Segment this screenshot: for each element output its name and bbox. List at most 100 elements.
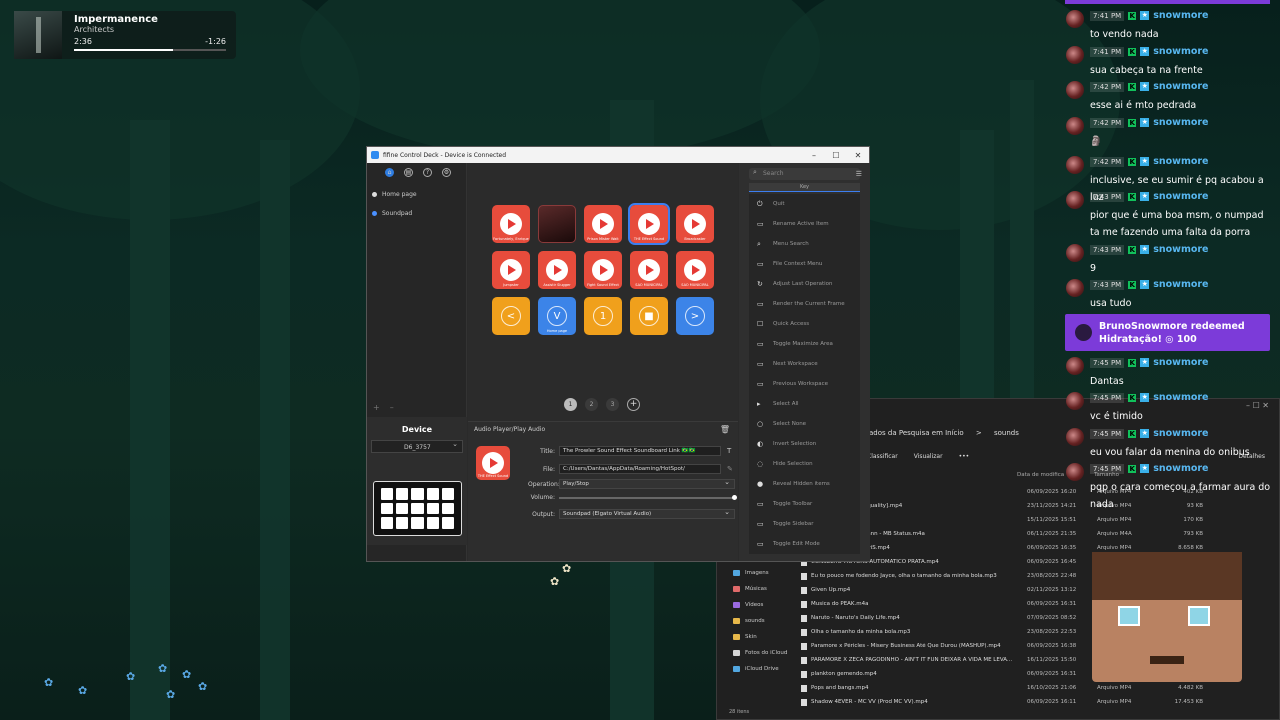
action-item[interactable]: ▭ File Context Menu: [749, 254, 860, 274]
nav-item[interactable]: iCloud Drive: [717, 661, 793, 677]
action-item[interactable]: ○ Select None: [749, 414, 860, 434]
file-date: 16/10/2025 21:06: [1027, 685, 1077, 691]
action-search-input[interactable]: Search: [749, 168, 860, 180]
action-item[interactable]: ▸ Select All: [749, 394, 860, 414]
column-date[interactable]: Data de modifica: [1017, 472, 1064, 478]
action-item[interactable]: ▭ Toggle Edit Mode: [749, 534, 860, 554]
username[interactable]: snowmore: [1153, 392, 1208, 403]
deck-key[interactable]: SAO MUNICIPAL: [630, 251, 668, 289]
file-row[interactable]: Pops and bangs.mp4 16/10/2025 21:06 Arquiv…: [801, 681, 1271, 695]
sort-button[interactable]: Classificar: [867, 453, 898, 460]
deck-key[interactable]: V Home page: [538, 297, 576, 335]
help-icon[interactable]: ?: [423, 168, 432, 177]
page-2-button[interactable]: 2: [585, 398, 598, 411]
key-caption: Fight Sound Effect: [587, 283, 619, 287]
add-profile-button[interactable]: +: [373, 403, 380, 412]
action-item[interactable]: ▭ Render the Current Frame: [749, 294, 860, 314]
action-item[interactable]: ⌕ Menu Search: [749, 234, 860, 254]
remove-profile-button[interactable]: –: [390, 403, 394, 412]
breadcrumb-search-results[interactable]: ados da Pesquisa em Início: [869, 429, 964, 437]
action-item[interactable]: ▭ Rename Active Item: [749, 214, 860, 234]
nav-item[interactable]: Músicas: [717, 581, 793, 597]
deck-key[interactable]: >: [676, 297, 714, 335]
action-item[interactable]: ☐ Quick Access: [749, 314, 860, 334]
output-select[interactable]: Soundpad (Elgato Virtual Audio): [559, 509, 735, 519]
file-input[interactable]: C:/Users/Dantas/AppData/Roaming/HotSpot/: [559, 464, 721, 474]
file-row[interactable]: Shadow 4EVER - MC VV (Prod MC VV).mp4 06/…: [801, 695, 1271, 709]
breadcrumb-sounds[interactable]: sounds: [994, 429, 1019, 437]
nav-item[interactable]: Skin: [717, 629, 793, 645]
action-item[interactable]: ↻ Adjust Last Operation: [749, 274, 860, 294]
action-item[interactable]: ◐ Invert Selection: [749, 434, 860, 454]
username[interactable]: snowmore: [1153, 357, 1208, 368]
volume-knob[interactable]: [732, 494, 737, 500]
more-button[interactable]: •••: [959, 453, 970, 460]
nav-item[interactable]: Vídeos: [717, 597, 793, 613]
view-button[interactable]: Visualizar: [914, 453, 943, 460]
message-text: sua cabeça ta na frente: [1090, 65, 1203, 76]
action-item[interactable]: ▭ Toggle Maximize Area: [749, 334, 860, 354]
layers-icon[interactable]: ▤: [404, 168, 413, 177]
file-date: 06/09/2025 16:35: [1027, 545, 1077, 551]
deck-key[interactable]: SAO MUNICIPAL: [676, 251, 714, 289]
nav-item[interactable]: sounds: [717, 613, 793, 629]
username[interactable]: snowmore: [1153, 156, 1208, 167]
deck-key[interactable]: Prison Mister Wait: [584, 205, 622, 243]
nav-label: Músicas: [745, 586, 767, 592]
browse-icon[interactable]: ✎: [727, 465, 733, 473]
action-item[interactable]: ▭ Toggle Sidebar: [749, 514, 860, 534]
username[interactable]: snowmore: [1153, 279, 1208, 290]
action-icon: ○: [757, 419, 764, 428]
text-format-icon[interactable]: T: [727, 447, 731, 455]
close-button[interactable]: ✕: [847, 151, 869, 160]
nav-item[interactable]: Imagens: [717, 565, 793, 581]
deck-key[interactable]: Jumpster: [492, 251, 530, 289]
username[interactable]: snowmore: [1153, 10, 1208, 21]
breadcrumb[interactable]: ados da Pesquisa em Início > sounds: [869, 429, 1029, 437]
volume-slider[interactable]: [559, 494, 737, 500]
play-icon: [500, 259, 522, 281]
deck-key[interactable]: Broadcaster: [676, 205, 714, 243]
action-item[interactable]: ▭ Previous Workspace: [749, 374, 860, 394]
page-3-button[interactable]: 3: [606, 398, 619, 411]
add-page-button[interactable]: +: [627, 398, 640, 411]
title-label: Title:: [540, 447, 555, 455]
title-input[interactable]: The Prowler Sound Effect Soundboard Link…: [559, 446, 721, 456]
username[interactable]: snowmore: [1153, 46, 1208, 57]
nav-item[interactable]: Fotos do iCloud: [717, 645, 793, 661]
action-item[interactable]: ▭ Toggle Toolbar: [749, 494, 860, 514]
deck-key[interactable]: [538, 205, 576, 243]
deck-key[interactable]: <: [492, 297, 530, 335]
action-item[interactable]: ⏻ Quit: [749, 194, 860, 214]
deck-key[interactable]: Fight Sound Effect: [584, 251, 622, 289]
action-item[interactable]: ◌ Hide Selection: [749, 454, 860, 474]
username[interactable]: snowmore: [1153, 81, 1208, 92]
deck-key[interactable]: Assistir Slugger: [538, 251, 576, 289]
action-label: Next Workspace: [773, 361, 818, 367]
action-icon: ⌕: [757, 239, 761, 248]
page-1-button[interactable]: 1: [564, 398, 577, 411]
minimize-button[interactable]: –: [803, 151, 825, 160]
settings-icon[interactable]: ⚙: [442, 168, 451, 177]
username[interactable]: snowmore: [1153, 117, 1208, 128]
home-icon[interactable]: ⌂: [385, 168, 394, 177]
operation-select[interactable]: Play/Stop: [559, 479, 735, 489]
username[interactable]: snowmore: [1153, 191, 1208, 202]
deck-key[interactable]: THE Effect Sound: [628, 203, 670, 245]
tab-key[interactable]: Key: [749, 183, 860, 192]
username[interactable]: snowmore: [1153, 463, 1208, 474]
sidebar-item-soundpad[interactable]: Soundpad: [367, 210, 466, 217]
deck-key[interactable]: Fortunately, Enrique: [492, 205, 530, 243]
list-icon[interactable]: ☰: [856, 170, 862, 178]
action-item[interactable]: ● Reveal Hidden items: [749, 474, 860, 494]
username[interactable]: snowmore: [1153, 428, 1208, 439]
deck-key[interactable]: ■: [630, 297, 668, 335]
sidebar-item-home-page[interactable]: Home page: [367, 191, 466, 198]
device-select[interactable]: D6_3757: [371, 440, 463, 453]
maximize-button[interactable]: ☐: [825, 151, 847, 160]
action-item[interactable]: ▭ Next Workspace: [749, 354, 860, 374]
deck-key[interactable]: 1: [584, 297, 622, 335]
username[interactable]: snowmore: [1153, 244, 1208, 255]
trash-icon[interactable]: 🗑: [720, 425, 730, 434]
file-row[interactable]: uma Falcon ummmnnnn - MB Status.m4a06/11…: [801, 527, 1271, 541]
